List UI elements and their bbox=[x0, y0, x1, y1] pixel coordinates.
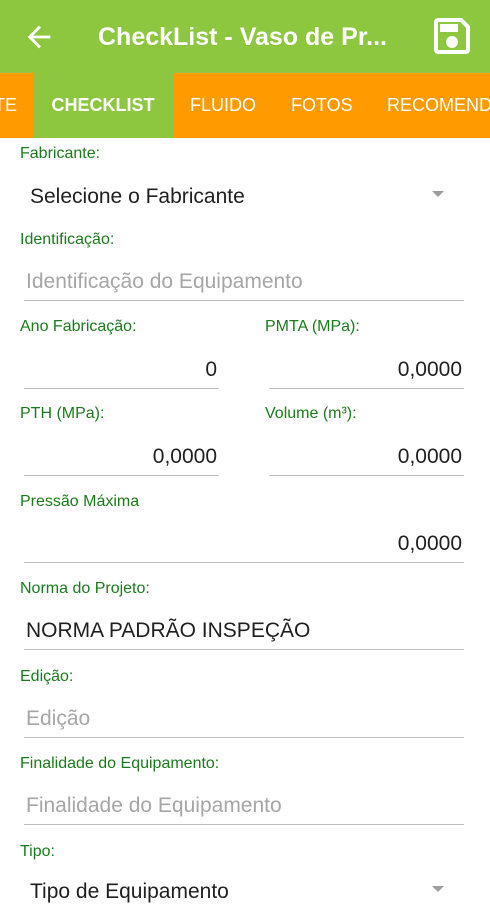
dropdown-caret-icon bbox=[432, 886, 444, 892]
tipo-label: Tipo: bbox=[20, 843, 55, 860]
tab-checklist[interactable]: CHECKLIST bbox=[33, 73, 173, 138]
pressao-maxima-input[interactable]: 0,0000 bbox=[24, 522, 464, 563]
volume-value: 0,0000 bbox=[397, 445, 462, 468]
pmta-label: PMTA (MPa): bbox=[265, 318, 360, 335]
dropdown-caret-icon bbox=[432, 191, 444, 197]
fabricante-spinner[interactable]: Selecione o Fabricante bbox=[20, 175, 444, 215]
identificacao-label: Identificação: bbox=[20, 231, 115, 248]
edicao-input[interactable]: Edição bbox=[24, 697, 464, 738]
identificacao-input[interactable]: Identificação do Equipamento bbox=[24, 260, 464, 301]
identificacao-placeholder: Identificação do Equipamento bbox=[26, 270, 303, 293]
tipo-value: Tipo de Equipamento bbox=[30, 880, 229, 903]
tipo-spinner[interactable]: Tipo de Equipamento bbox=[20, 870, 444, 910]
finalidade-placeholder: Finalidade do Equipamento bbox=[26, 794, 282, 817]
norma-label: Norma do Projeto: bbox=[20, 580, 150, 597]
app-title: CheckList - Vaso de Pr... bbox=[98, 23, 388, 51]
edicao-label: Edição: bbox=[20, 668, 74, 685]
pth-value: 0,0000 bbox=[152, 445, 217, 468]
tab-recomend[interactable]: RECOMEND bbox=[387, 73, 490, 138]
ano-fabricacao-label: Ano Fabricação: bbox=[20, 318, 137, 335]
app-bar: CheckList - Vaso de Pr... bbox=[0, 0, 490, 73]
pressao-maxima-label: Pressão Máxima bbox=[20, 493, 140, 510]
norma-value: NORMA PADRÃO INSPEÇÃO bbox=[26, 619, 311, 642]
tab-bar: TE CHECKLIST FLUIDO FOTOS RECOMEND bbox=[0, 73, 490, 138]
tab-fotos[interactable]: FOTOS bbox=[291, 73, 353, 138]
volume-input[interactable]: 0,0000 bbox=[269, 435, 464, 476]
fabricante-value: Selecione o Fabricante bbox=[30, 185, 245, 208]
save-icon[interactable] bbox=[428, 12, 476, 60]
edicao-placeholder: Edição bbox=[26, 707, 91, 730]
norma-input[interactable]: NORMA PADRÃO INSPEÇÃO bbox=[24, 609, 464, 650]
tab-fluido[interactable]: FLUIDO bbox=[190, 73, 256, 138]
back-arrow-icon[interactable] bbox=[22, 20, 56, 54]
fabricante-label: Fabricante: bbox=[20, 145, 101, 162]
finalidade-label: Finalidade do Equipamento: bbox=[20, 755, 220, 772]
pressao-maxima-value: 0,0000 bbox=[397, 532, 462, 555]
tab-partial-left[interactable]: TE bbox=[0, 73, 17, 138]
pmta-input[interactable]: 0,0000 bbox=[269, 348, 464, 389]
ano-fabricacao-value: 0 bbox=[205, 358, 217, 381]
pth-label: PTH (MPa): bbox=[20, 405, 105, 422]
pth-input[interactable]: 0,0000 bbox=[24, 435, 219, 476]
ano-fabricacao-input[interactable]: 0 bbox=[24, 348, 219, 389]
pmta-value: 0,0000 bbox=[397, 358, 462, 381]
finalidade-input[interactable]: Finalidade do Equipamento bbox=[24, 784, 464, 825]
volume-label: Volume (m³): bbox=[265, 405, 357, 422]
